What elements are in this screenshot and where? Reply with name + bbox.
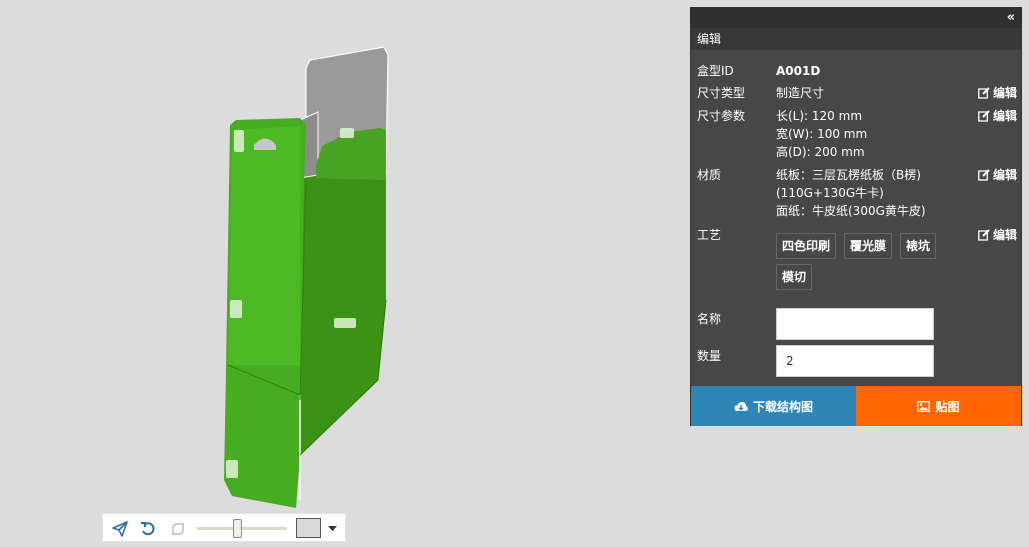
size-width: 宽(W): 100 mm xyxy=(776,127,868,141)
box-id-label: 盒型ID xyxy=(697,64,734,78)
edit-icon xyxy=(978,168,990,181)
edit-material-button[interactable]: 编辑 xyxy=(978,166,1017,183)
panel-title: 编辑 xyxy=(691,28,1021,50)
cloud-download-icon xyxy=(734,401,748,411)
dropdown-caret-icon[interactable] xyxy=(328,514,337,543)
texture-button[interactable]: 贴图 xyxy=(856,386,1021,426)
edit-label: 编辑 xyxy=(992,86,1017,100)
size-length: 长(L): 120 mm xyxy=(776,109,863,123)
material-line-1: 纸板：三层瓦楞纸板（B楞) xyxy=(776,168,921,182)
edit-label: 编辑 xyxy=(992,168,1017,182)
color-swatch[interactable] xyxy=(296,518,321,538)
zoom-slider-thumb[interactable] xyxy=(233,519,242,538)
edit-icon xyxy=(978,86,990,99)
material-line-2: (110G+130G牛卡) xyxy=(776,186,884,200)
shape-icon[interactable] xyxy=(166,514,190,543)
edit-size-params-button[interactable]: 编辑 xyxy=(978,107,1017,124)
edit-panel: « 编辑 盒型ID A001D 尺寸类型 制造尺寸 编辑 尺寸参数 长(L): … xyxy=(690,7,1022,426)
quantity-input[interactable] xyxy=(776,345,934,377)
name-input[interactable] xyxy=(776,308,934,340)
material-label: 材质 xyxy=(697,168,722,182)
row-box-id: 盒型ID A001D xyxy=(697,62,1017,80)
edit-label: 编辑 xyxy=(992,109,1017,123)
box-model[interactable] xyxy=(0,0,690,547)
collapse-icon[interactable]: « xyxy=(1007,9,1015,27)
quantity-label: 数量 xyxy=(697,349,722,363)
rotate-left-icon[interactable] xyxy=(136,514,160,543)
row-size-type: 尺寸类型 制造尺寸 编辑 xyxy=(697,84,1017,102)
process-tag: 覆光膜 xyxy=(844,233,893,259)
box-id-value: A001D xyxy=(776,64,821,78)
edit-icon xyxy=(978,109,990,122)
process-label: 工艺 xyxy=(697,228,722,242)
edit-label: 编辑 xyxy=(992,228,1017,242)
viewer-toolbar xyxy=(102,513,346,542)
size-type-label: 尺寸类型 xyxy=(697,86,746,100)
3d-viewport[interactable] xyxy=(0,0,690,547)
process-tag: 模切 xyxy=(776,264,813,290)
row-material: 材质 纸板：三层瓦楞纸板（B楞) (110G+130G牛卡) 面纸：牛皮纸(30… xyxy=(697,166,1017,222)
name-label: 名称 xyxy=(697,312,722,326)
download-label: 下载结构图 xyxy=(752,399,813,414)
process-tag: 裱坑 xyxy=(900,233,937,259)
send-icon[interactable] xyxy=(108,514,132,543)
edit-size-type-button[interactable]: 编辑 xyxy=(978,84,1017,101)
edit-process-button[interactable]: 编辑 xyxy=(978,226,1017,243)
edit-icon xyxy=(978,228,990,241)
box-side-panel xyxy=(300,150,386,455)
texture-label: 贴图 xyxy=(935,399,960,414)
material-line-3: 面纸：牛皮纸(300G黄牛皮) xyxy=(776,204,926,218)
row-size-params: 尺寸参数 长(L): 120 mm 宽(W): 100 mm 高(D): 200… xyxy=(697,107,1017,163)
process-tag: 四色印刷 xyxy=(776,233,837,259)
download-structure-button[interactable]: 下载结构图 xyxy=(691,386,856,426)
size-height: 高(D): 200 mm xyxy=(776,145,865,159)
image-icon xyxy=(917,400,931,412)
size-params-label: 尺寸参数 xyxy=(697,109,746,123)
size-type-value: 制造尺寸 xyxy=(776,86,825,100)
row-process: 工艺 四色印刷 覆光膜 裱坑 模切 编辑 xyxy=(697,226,1017,296)
zoom-slider-track[interactable] xyxy=(197,527,287,530)
panel-header-bar: « xyxy=(691,8,1021,28)
